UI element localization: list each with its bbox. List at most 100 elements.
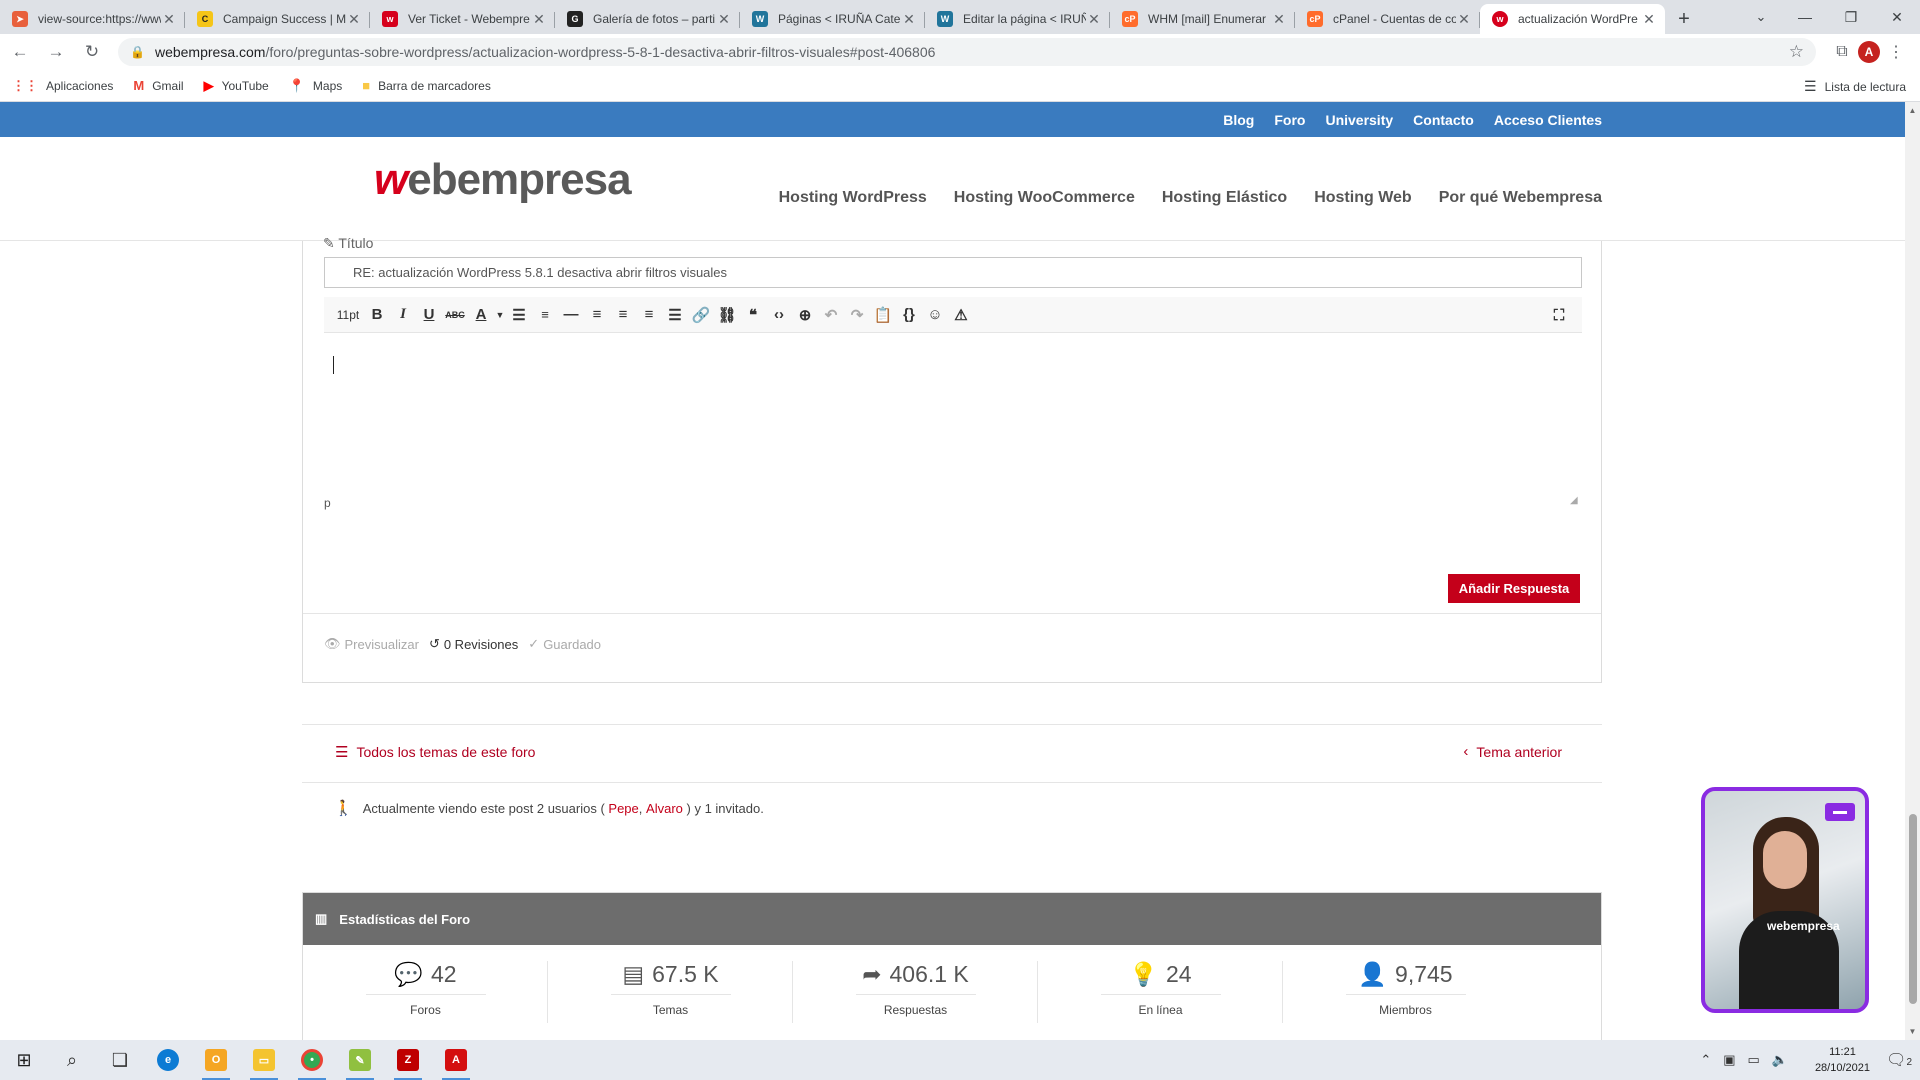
browser-tab[interactable]: G Galería de fotos – parti ✕ <box>555 4 740 34</box>
scrollbar-thumb[interactable] <box>1909 814 1917 1004</box>
bookmark-gmail[interactable]: M Gmail <box>133 78 183 93</box>
outlook-icon[interactable]: O <box>192 1040 240 1080</box>
align-justify-icon[interactable]: ☰ <box>662 302 688 328</box>
viewing-user-pepe[interactable]: Pepe <box>608 801 638 816</box>
code-icon[interactable]: ‹› <box>766 302 792 328</box>
browser-tab[interactable]: w Ver Ticket - Webempre ✕ <box>370 4 555 34</box>
unlink-icon[interactable]: ⛓ <box>714 302 740 328</box>
profile-avatar[interactable]: A <box>1858 41 1880 63</box>
reply-editor[interactable] <box>324 333 1582 488</box>
extensions-puzzle-icon[interactable]: ⧉ <box>1826 38 1858 66</box>
address-bar[interactable]: 🔒 webempresa.com/foro/preguntas-sobre-wo… <box>118 38 1816 66</box>
nav-hosting-web[interactable]: Hosting Web <box>1314 189 1411 207</box>
underline-icon[interactable]: U <box>416 302 442 328</box>
numbered-list-icon[interactable]: ≡ <box>532 302 558 328</box>
top-link-blog[interactable]: Blog <box>1223 112 1254 128</box>
edge-browser-icon[interactable]: e <box>144 1040 192 1080</box>
notifications-button[interactable]: 🗨2 <box>1886 1050 1912 1070</box>
close-tab-icon[interactable]: ✕ <box>1086 11 1102 28</box>
add-reply-button[interactable]: Añadir Respuesta <box>1448 574 1580 603</box>
file-explorer-icon[interactable]: ▭ <box>240 1040 288 1080</box>
top-link-contacto[interactable]: Contacto <box>1413 112 1474 128</box>
browser-tab-active[interactable]: w actualización WordPre ✕ <box>1480 4 1665 34</box>
scroll-down-icon[interactable]: ▼ <box>1905 1027 1920 1036</box>
title-input[interactable]: RE: actualización WordPress 5.8.1 desact… <box>324 257 1582 288</box>
notepad-plus-icon[interactable]: ✎ <box>336 1040 384 1080</box>
bullet-list-icon[interactable]: ☰ <box>506 302 532 328</box>
browser-tab[interactable]: cP cPanel - Cuentas de co ✕ <box>1295 4 1480 34</box>
bookmark-maps[interactable]: 📍 Maps <box>289 78 343 94</box>
resize-handle-icon[interactable]: ◢ <box>1570 495 1578 506</box>
browser-tab[interactable]: cP WHM [mail] Enumerar ✕ <box>1110 4 1295 34</box>
revisions-button[interactable]: ↺ 0 Revisiones <box>429 636 518 652</box>
code-braces-icon[interactable]: {} <box>896 302 922 328</box>
reading-list[interactable]: ☰ Lista de lectura <box>1804 78 1906 95</box>
align-right-icon[interactable]: ≡ <box>636 302 662 328</box>
insert-plus-icon[interactable]: ⊕ <box>792 302 818 328</box>
viewing-user-alvaro[interactable]: Alvaro <box>646 801 683 816</box>
undo-icon[interactable]: ↶ <box>818 302 844 328</box>
previous-topic-link[interactable]: ‹ Tema anterior <box>1463 743 1562 760</box>
bookmark-apps[interactable]: ⋮⋮ Aplicaciones <box>12 78 113 94</box>
network-icon[interactable]: ▭ <box>1748 1052 1760 1068</box>
tray-chevron-up-icon[interactable]: ⌃ <box>1700 1052 1711 1068</box>
chrome-icon[interactable]: • <box>288 1040 336 1080</box>
bold-icon[interactable]: B <box>364 302 390 328</box>
tab-search-icon[interactable]: ⌄ <box>1750 6 1772 28</box>
browser-tab[interactable]: W Editar la página < IRUÑ ✕ <box>925 4 1110 34</box>
all-topics-link[interactable]: ☰ Todos los temas de este foro <box>335 743 535 761</box>
close-tab-icon[interactable]: ✕ <box>716 11 732 28</box>
browser-tab[interactable]: C Campaign Success | M ✕ <box>185 4 370 34</box>
redo-icon[interactable]: ↷ <box>844 302 870 328</box>
filezilla-icon[interactable]: Z <box>384 1040 432 1080</box>
link-icon[interactable]: 🔗 <box>688 302 714 328</box>
align-center-icon[interactable]: ≡ <box>610 302 636 328</box>
bookmark-youtube[interactable]: ▶ YouTube <box>204 78 269 94</box>
italic-icon[interactable]: I <box>390 302 416 328</box>
nav-por-que-webempresa[interactable]: Por qué Webempresa <box>1439 189 1602 207</box>
nav-hosting-woocommerce[interactable]: Hosting WooCommerce <box>954 189 1135 207</box>
close-tab-icon[interactable]: ✕ <box>1456 11 1472 28</box>
page-scrollbar[interactable]: ▲ ▼ <box>1905 102 1920 1040</box>
font-size-select[interactable]: 11pt <box>332 302 364 328</box>
close-window-icon[interactable]: ✕ <box>1874 0 1920 34</box>
browser-tab[interactable]: W Páginas < IRUÑA Cate ✕ <box>740 4 925 34</box>
minimize-widget-button[interactable] <box>1825 803 1855 821</box>
url-text[interactable]: webempresa.com/foro/preguntas-sobre-word… <box>155 44 1789 60</box>
forward-arrow-icon[interactable]: → <box>40 38 72 66</box>
nav-hosting-wordpress[interactable]: Hosting WordPress <box>779 189 927 207</box>
bookmark-folder[interactable]: ■ Barra de marcadores <box>362 78 491 93</box>
task-view-icon[interactable]: ❏ <box>96 1040 144 1080</box>
bookmark-star-icon[interactable]: ☆ <box>1789 42 1804 62</box>
preview-button[interactable]: 👁 Previsualizar <box>324 636 419 652</box>
top-link-foro[interactable]: Foro <box>1274 112 1305 128</box>
search-icon[interactable]: ⌕ <box>48 1040 96 1080</box>
acrobat-icon[interactable]: A <box>432 1040 480 1080</box>
horizontal-rule-icon[interactable]: — <box>558 302 584 328</box>
top-link-university[interactable]: University <box>1325 112 1393 128</box>
lock-icon[interactable]: 🔒 <box>130 45 145 59</box>
close-tab-icon[interactable]: ✕ <box>1271 11 1287 28</box>
browser-menu-icon[interactable]: ⋮ <box>1880 38 1912 66</box>
text-color-icon[interactable]: A <box>468 302 494 328</box>
tray-device-icon[interactable]: ▣ <box>1723 1052 1735 1068</box>
minimize-window-icon[interactable]: — <box>1782 0 1828 34</box>
emoji-icon[interactable]: ☺ <box>922 302 948 328</box>
close-tab-icon[interactable]: ✕ <box>346 11 362 28</box>
blockquote-icon[interactable]: ❝ <box>740 302 766 328</box>
webempresa-logo[interactable]: webempresa <box>374 155 632 205</box>
windows-start-icon[interactable]: ⊞ <box>0 1040 48 1080</box>
back-arrow-icon[interactable]: ← <box>4 38 36 66</box>
close-tab-icon[interactable]: ✕ <box>531 11 547 28</box>
reload-icon[interactable]: ↻ <box>76 38 108 66</box>
browser-tab[interactable]: ➤ view-source:https://www...✕ <box>0 4 185 34</box>
close-tab-icon[interactable]: ✕ <box>901 11 917 28</box>
restore-window-icon[interactable]: ❐ <box>1828 0 1874 34</box>
paste-clipboard-icon[interactable]: 📋 <box>870 302 896 328</box>
close-tab-icon[interactable]: ✕ <box>1641 11 1657 28</box>
align-left-icon[interactable]: ≡ <box>584 302 610 328</box>
new-tab-button[interactable]: + <box>1669 4 1699 34</box>
strikethrough-icon[interactable]: ABC <box>442 302 468 328</box>
volume-icon[interactable]: 🔈 <box>1772 1052 1788 1068</box>
nav-hosting-elastico[interactable]: Hosting Elástico <box>1162 189 1287 207</box>
